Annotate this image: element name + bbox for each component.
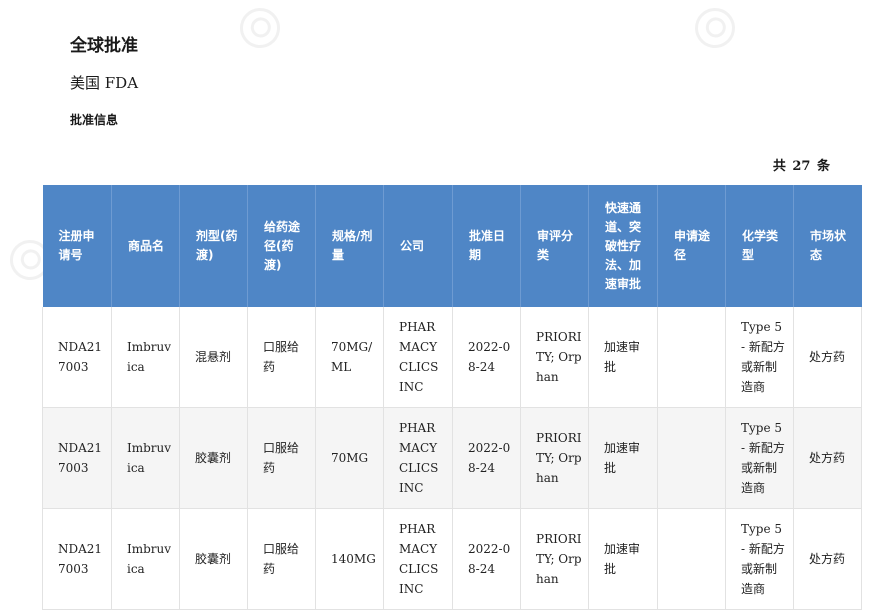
- table-row: NDA217003 Imbruvica 胶囊剂 口服给药 140MG PHARM…: [42, 508, 862, 610]
- column-header[interactable]: 注册申请号: [42, 185, 112, 307]
- cell-strength: 70MG: [315, 407, 384, 509]
- table-row: NDA217003 Imbruvica 混悬剂 口服给药 70MG/ML PHA…: [42, 307, 862, 408]
- cell-chem-type: Type 5 - 新配方或新制造商: [725, 407, 794, 509]
- cell-pathway: [657, 508, 726, 610]
- cell-trade-name: Imbruvica: [111, 508, 180, 610]
- column-header[interactable]: 化学类型: [725, 185, 794, 307]
- region-heading: 美国 FDA: [70, 74, 139, 92]
- cell-trade-name: Imbruvica: [111, 307, 180, 408]
- column-header[interactable]: 规格/剂量: [315, 185, 384, 307]
- cell-trade-name: Imbruvica: [111, 407, 180, 509]
- cell-review-class: PRIORITY; Orphan: [520, 307, 589, 408]
- column-header[interactable]: 审评分类: [520, 185, 589, 307]
- column-header[interactable]: 公司: [383, 185, 453, 307]
- cell-chem-type: Type 5 - 新配方或新制造商: [725, 508, 794, 610]
- cell-route: 口服给药: [247, 508, 316, 610]
- column-header[interactable]: 剂型(药渡): [179, 185, 248, 307]
- cell-chem-type: Type 5 - 新配方或新制造商: [725, 307, 794, 408]
- column-header[interactable]: 申请途径: [657, 185, 726, 307]
- cell-approval-date: 2022-08-24: [452, 307, 521, 408]
- cell-pathway: [657, 307, 726, 408]
- cell-expedited: 加速审批: [588, 307, 658, 408]
- cell-approval-date: 2022-08-24: [452, 508, 521, 610]
- cell-route: 口服给药: [247, 307, 316, 408]
- cell-company: PHARMACYCLICS INC: [383, 407, 453, 509]
- record-count: 共 27 条: [772, 159, 830, 174]
- cell-expedited: 加速审批: [588, 508, 658, 610]
- column-header[interactable]: 快速通道、突破性疗法、加速审批: [588, 185, 658, 307]
- column-header[interactable]: 商品名: [111, 185, 180, 307]
- cell-dosage-form: 混悬剂: [179, 307, 248, 408]
- page-title: 全球批准: [70, 36, 138, 56]
- cell-market-status: 处方药: [793, 307, 862, 408]
- column-header[interactable]: 批准日期: [452, 185, 521, 307]
- watermark-logo-icon: [687, 0, 743, 56]
- cell-approval-date: 2022-08-24: [452, 407, 521, 509]
- cell-company: PHARMACYCLICS INC: [383, 307, 453, 408]
- cell-route: 口服给药: [247, 407, 316, 509]
- cell-dosage-form: 胶囊剂: [179, 407, 248, 509]
- watermark-logo-icon: [232, 0, 288, 56]
- column-header[interactable]: 给药途径(药渡): [247, 185, 316, 307]
- cell-pathway: [657, 407, 726, 509]
- cell-review-class: PRIORITY; Orphan: [520, 407, 589, 509]
- cell-strength: 70MG/ML: [315, 307, 384, 408]
- cell-reg-no: NDA217003: [42, 307, 112, 408]
- approval-table: 注册申请号 商品名 剂型(药渡) 给药途径(药渡) 规格/剂量 公司 批准日期 …: [42, 185, 862, 610]
- cell-reg-no: NDA217003: [42, 508, 112, 610]
- cell-review-class: PRIORITY; Orphan: [520, 508, 589, 610]
- cell-company: PHARMACYCLICS INC: [383, 508, 453, 610]
- cell-market-status: 处方药: [793, 508, 862, 610]
- cell-dosage-form: 胶囊剂: [179, 508, 248, 610]
- column-header[interactable]: 市场状态: [793, 185, 862, 307]
- cell-reg-no: NDA217003: [42, 407, 112, 509]
- cell-market-status: 处方药: [793, 407, 862, 509]
- table-header-row: 注册申请号 商品名 剂型(药渡) 给药途径(药渡) 规格/剂量 公司 批准日期 …: [42, 185, 862, 307]
- table-row: NDA217003 Imbruvica 胶囊剂 口服给药 70MG PHARMA…: [42, 407, 862, 509]
- cell-expedited: 加速审批: [588, 407, 658, 509]
- section-heading: 批准信息: [70, 113, 119, 127]
- cell-strength: 140MG: [315, 508, 384, 610]
